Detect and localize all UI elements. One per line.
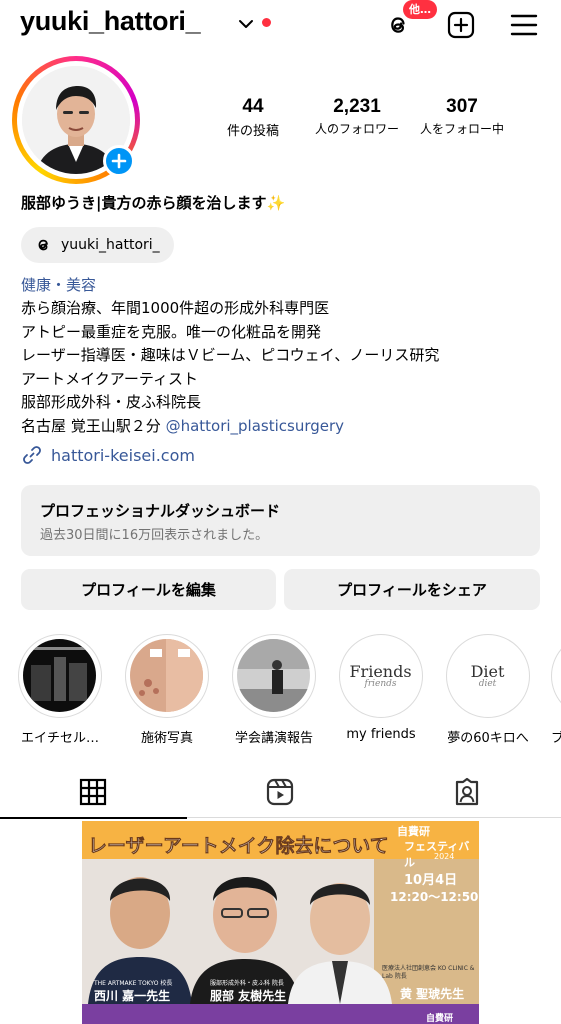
website-url: hattori-keisei.com — [51, 445, 195, 465]
plus-icon — [111, 153, 127, 169]
grid-post[interactable]: レーザーアートメイク除去について 自費研 フェスティバル 2024 10月4日 … — [82, 821, 479, 1024]
highlight-label: my friends — [346, 727, 416, 742]
highlight-label: 学会講演報告 — [234, 731, 313, 746]
speaker-name: 黄 聖琥先生 — [400, 987, 465, 1001]
cover-script: friends — [364, 679, 397, 689]
posts-count-value: 44 — [242, 96, 264, 117]
profile-bio: 赤ら顔治療、年間1000件超の形成外科専門医 アトピー最重症を克服。唯一の化粧品… — [21, 297, 439, 438]
create-plus-icon[interactable] — [446, 10, 476, 40]
tab-grid[interactable] — [0, 766, 187, 819]
followers-count-label: 人のフォロワー — [314, 122, 399, 136]
profile-content-tabs — [0, 766, 561, 819]
speaker-name: 西川 嘉一先生 — [94, 989, 171, 1003]
share-profile-button[interactable]: プロフィールをシェア — [284, 569, 540, 610]
add-story-button[interactable] — [103, 145, 135, 177]
grid-icon — [79, 778, 107, 806]
following-count-label: 人をフォロー中 — [419, 122, 504, 136]
following-count[interactable]: 307 人をフォロー中 — [413, 96, 511, 137]
next-post-strip: 自費研 — [426, 1014, 454, 1024]
post-event-year: 2024 — [434, 852, 455, 861]
post-title: レーザーアートメイク除去について — [88, 835, 389, 858]
professional-dashboard-card[interactable]: プロフェッショナルダッシュボード 過去30日間に16万回表示されました。 — [21, 485, 540, 556]
posts-count[interactable]: 44 件の投稿 — [213, 96, 293, 139]
highlight-label: ブ — [551, 731, 561, 746]
profile-website-link[interactable]: hattori-keisei.com — [21, 444, 195, 466]
highlight-cover-image — [23, 639, 96, 712]
posts-count-label: 件の投稿 — [226, 124, 279, 139]
highlight-label: 夢の60キロへ — [447, 731, 529, 746]
bio-line: 服部形成外科・皮ふ科院長 — [21, 393, 202, 411]
bio-line: アートメイクアーティスト — [21, 369, 199, 388]
threads-handle: yuuki_hattori_ — [61, 237, 160, 253]
highlight-cover-image — [130, 639, 203, 712]
dashboard-subtitle: 過去30日間に16万回表示されました。 — [40, 528, 269, 543]
post-time: 12:20〜12:50 — [390, 890, 479, 904]
account-username[interactable]: yuuki_hattori_ — [20, 6, 201, 37]
threads-profile-chip[interactable]: yuuki_hattori_ — [21, 227, 174, 263]
following-count-value: 307 — [446, 96, 478, 117]
story-highlight[interactable]: 学会講演報告 — [230, 634, 318, 746]
reels-icon — [266, 778, 294, 806]
bio-line: 赤ら顔治療、年間1000件超の形成外科専門医 — [21, 299, 330, 317]
speaker-name: 服部 友樹先生 — [210, 989, 287, 1003]
story-highlight[interactable]: 施術写真 — [123, 634, 211, 746]
bio-mention-link[interactable]: @hattori_plasticsurgery — [166, 417, 344, 435]
top-header: yuuki_hattori_ 他… — [0, 0, 561, 56]
tab-reels[interactable] — [187, 766, 374, 818]
dashboard-title: プロフェッショナルダッシュボード — [40, 502, 281, 520]
edit-profile-button[interactable]: プロフィールを編集 — [21, 569, 276, 610]
profile-full-name: 服部ゆうき|貴方の赤ら顔を治します✨ — [21, 194, 286, 212]
bio-line: アトピー最重症を克服。唯一の化粧品を開発 — [21, 322, 322, 341]
bio-line: 名古屋 覚王山駅２分 @hattori_plasticsurgery — [21, 415, 439, 439]
profile-category: 健康・美容 — [21, 276, 97, 294]
post-event-name: 自費研 — [397, 825, 430, 838]
threads-notification-badge: 他… — [403, 0, 437, 19]
link-icon — [23, 446, 41, 464]
speaker-affiliation: 服部形成外科・皮ふ科 院長 — [210, 980, 284, 987]
bio-location: 名古屋 覚王山駅２分 — [21, 416, 161, 435]
chevron-down-icon[interactable] — [238, 16, 254, 32]
followers-count-value: 2,231 — [333, 96, 381, 117]
story-highlight[interactable]: Friends friends my friends — [337, 634, 425, 742]
notification-dot — [262, 18, 271, 27]
story-highlight[interactable]: ブ — [551, 634, 561, 746]
followers-count[interactable]: 2,231 人のフォロワー — [305, 96, 409, 137]
tagged-icon — [455, 777, 479, 806]
tab-tagged[interactable] — [374, 766, 561, 818]
bio-line: レーザー指導医・趣味はＶビーム、ピコウェイ、ノーリス研究 — [21, 346, 440, 364]
highlight-label: 施術写真 — [140, 731, 193, 746]
highlight-label: エイチセル… — [20, 731, 99, 746]
story-highlight[interactable]: エイチセル… — [16, 634, 104, 746]
threads-icon — [38, 239, 48, 251]
speaker-affiliation: 医療法人社団創恵会 KO CLINIC & Lab 院長 — [382, 965, 475, 980]
cover-script: diet — [478, 679, 497, 689]
menu-icon[interactable] — [509, 10, 539, 40]
highlight-cover-text: Friends friends — [344, 639, 417, 712]
post-date: 10月4日 — [404, 873, 458, 888]
highlight-cover-image — [237, 639, 310, 712]
highlight-cover-text: Diet diet — [451, 639, 524, 712]
speaker-affiliation: THE ARTMAKE TOKYO 校長 — [94, 980, 173, 987]
story-highlight[interactable]: Diet diet 夢の60キロへ — [444, 634, 532, 746]
